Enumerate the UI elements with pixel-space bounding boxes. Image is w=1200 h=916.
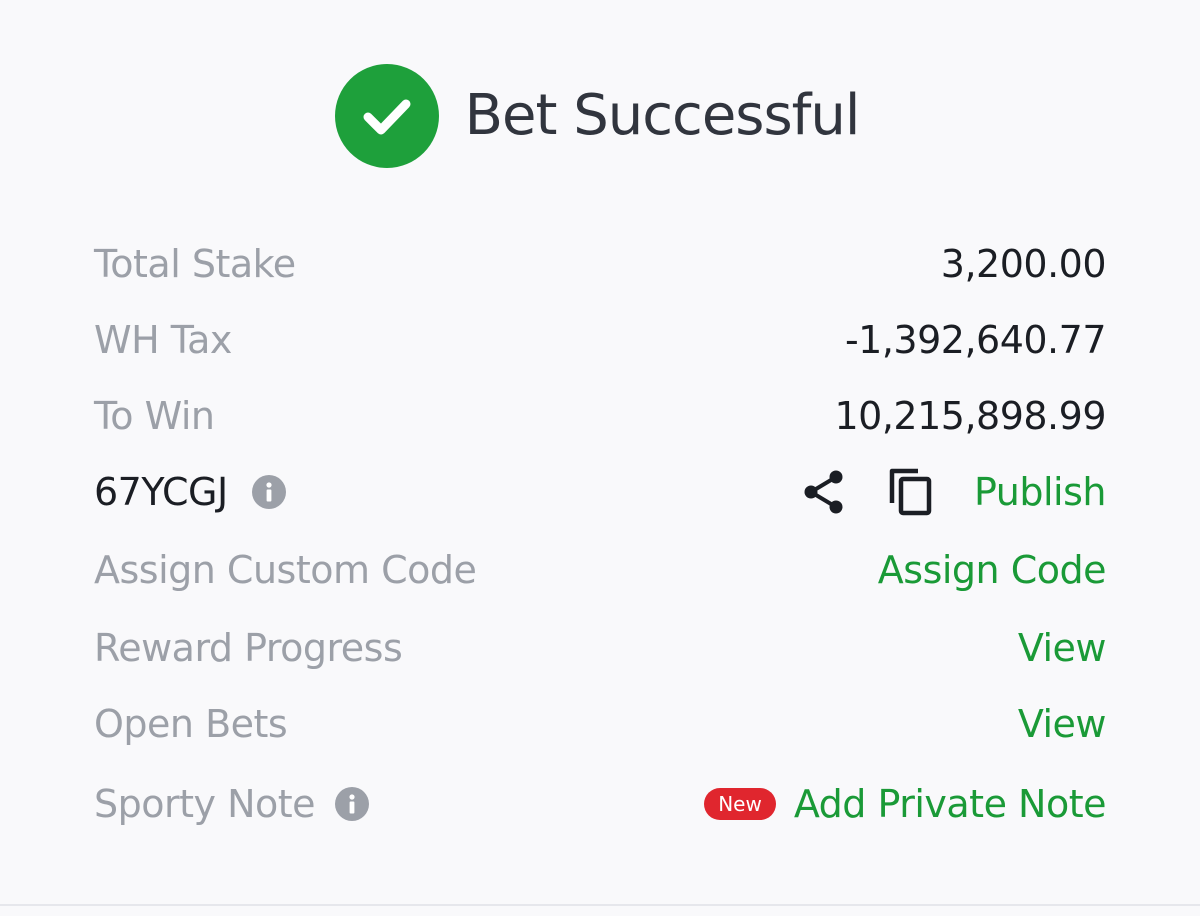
to-win-value: 10,215,898.99 bbox=[834, 394, 1106, 438]
assign-code-button[interactable]: Assign Code bbox=[878, 548, 1107, 592]
to-win-label: To Win bbox=[94, 394, 215, 438]
bet-success-header: Bet Successful bbox=[0, 64, 1200, 168]
open-bets-label: Open Bets bbox=[94, 702, 288, 746]
page-title: Bet Successful bbox=[464, 83, 861, 148]
total-stake-value: 3,200.00 bbox=[940, 242, 1107, 286]
booking-code-row: 67YCGJ Publish bbox=[94, 462, 1106, 522]
bet-success-card: Bet Successful Total Stake 3,200.00 WH T… bbox=[0, 0, 1200, 904]
reward-progress-row: Reward Progress View bbox=[94, 618, 1107, 678]
bottom-divider bbox=[0, 904, 1200, 916]
open-bets-row: Open Bets View bbox=[94, 694, 1107, 754]
new-badge: New bbox=[704, 788, 776, 820]
booking-code: 67YCGJ bbox=[94, 470, 228, 514]
reward-progress-label: Reward Progress bbox=[94, 626, 403, 670]
info-icon[interactable] bbox=[251, 475, 286, 509]
total-stake-row: Total Stake 3,200.00 bbox=[94, 234, 1107, 294]
booking-code-group: 67YCGJ bbox=[94, 470, 286, 514]
copy-icon[interactable] bbox=[888, 467, 934, 517]
info-icon[interactable] bbox=[335, 787, 370, 821]
custom-code-label: Assign Custom Code bbox=[94, 548, 477, 592]
sporty-note-row: Sporty Note New Add Private Note bbox=[94, 774, 1107, 834]
sporty-note-group: Sporty Note bbox=[94, 782, 370, 826]
publish-button[interactable]: Publish bbox=[974, 470, 1106, 514]
open-bets-view-link[interactable]: View bbox=[1018, 702, 1107, 746]
add-private-note-button[interactable]: Add Private Note bbox=[794, 782, 1107, 826]
sporty-note-actions: New Add Private Note bbox=[704, 782, 1107, 826]
total-stake-label: Total Stake bbox=[94, 242, 296, 286]
sporty-note-label: Sporty Note bbox=[94, 782, 316, 826]
to-win-row: To Win 10,215,898.99 bbox=[94, 386, 1106, 446]
share-icon[interactable] bbox=[802, 468, 846, 516]
check-circle-icon bbox=[334, 64, 439, 168]
wh-tax-value: -1,392,640.77 bbox=[844, 318, 1107, 362]
wh-tax-label: WH Tax bbox=[94, 318, 232, 362]
custom-code-row: Assign Custom Code Assign Code bbox=[94, 540, 1107, 600]
booking-actions: Publish bbox=[802, 467, 1106, 517]
wh-tax-row: WH Tax -1,392,640.77 bbox=[94, 310, 1107, 370]
reward-progress-view-link[interactable]: View bbox=[1018, 626, 1107, 670]
